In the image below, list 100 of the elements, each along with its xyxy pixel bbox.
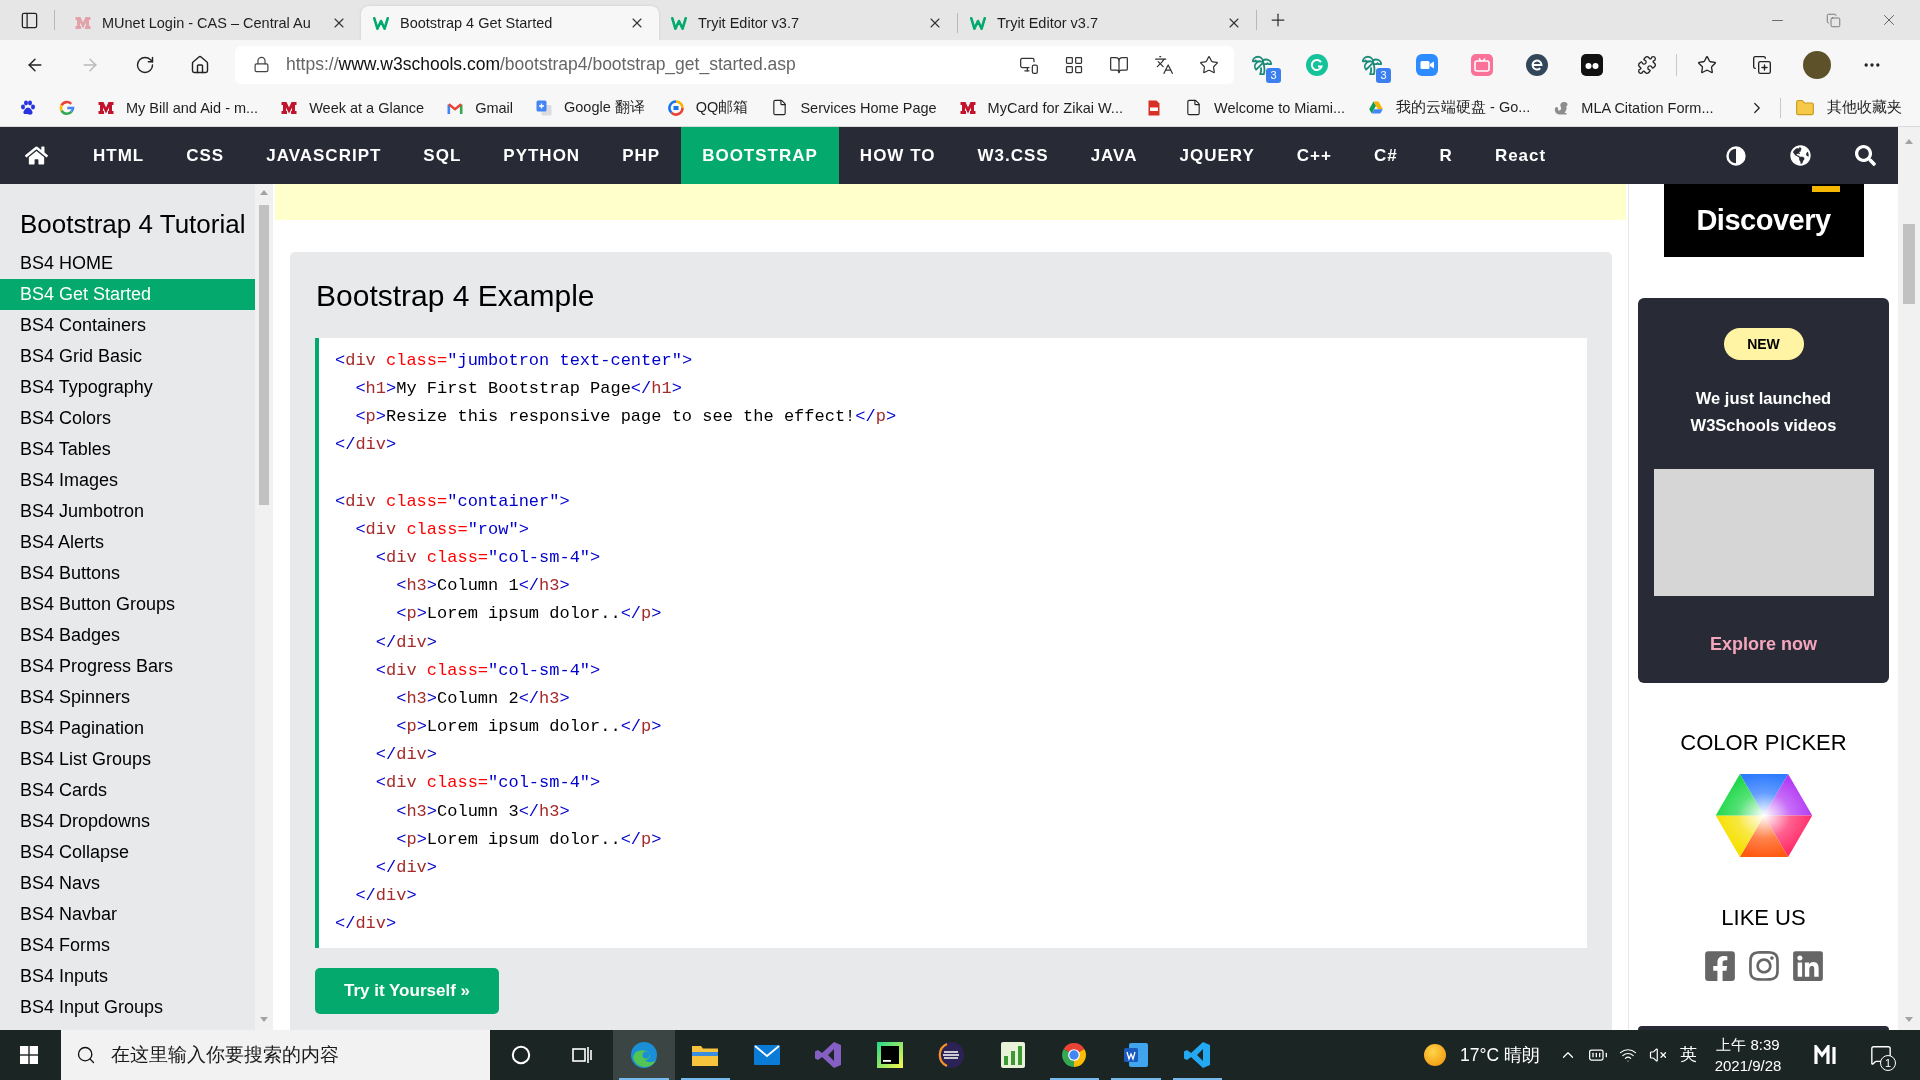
sidebar-link[interactable]: BS4 Navs — [0, 868, 255, 899]
home-icon[interactable] — [189, 54, 210, 75]
sidebar-link[interactable]: BS4 Grid Basic — [0, 341, 255, 372]
sidebar-link[interactable]: BS4 Navbar — [0, 899, 255, 930]
notification-icon[interactable] — [1870, 1044, 1892, 1066]
video-thumbnail-placeholder[interactable] — [1653, 469, 1874, 596]
sidebar-link[interactable]: BS4 Input Groups — [0, 992, 255, 1023]
book-icon[interactable] — [1109, 54, 1129, 75]
sidebar-link[interactable]: BS4 Inputs — [0, 961, 255, 992]
nav-link[interactable]: JQUERY — [1158, 127, 1276, 184]
folder-icon[interactable] — [692, 1044, 719, 1066]
ribbon-logo-icon[interactable] — [815, 1042, 842, 1068]
nav-link[interactable]: C++ — [1275, 127, 1353, 184]
sidebar-link[interactable]: BS4 Images — [0, 465, 255, 496]
swirl-logo-icon[interactable] — [630, 1042, 657, 1068]
collections-icon[interactable] — [1751, 54, 1772, 75]
sidebar-link[interactable]: BS4 Containers — [0, 310, 255, 341]
scrollbar-thumb[interactable] — [1903, 224, 1915, 304]
browser-tab[interactable]: Bootstrap 4 Get Started — [361, 6, 659, 40]
nav-link[interactable]: C# — [1352, 127, 1419, 184]
grid-icon[interactable] — [1064, 54, 1084, 75]
nav-link[interactable]: CSS — [165, 127, 246, 184]
sidebar-link[interactable]: BS4 Jumbotron — [0, 496, 255, 527]
palm-tree-icon[interactable] — [1250, 53, 1273, 76]
sidebar-link[interactable]: BS4 Cards — [0, 775, 255, 806]
sidebar-link[interactable]: BS4 Buttons — [0, 558, 255, 589]
bookmark-link[interactable]: 我的云端硬盘 - Go... — [1368, 98, 1531, 117]
browser-tab[interactable]: Tryit Editor v3.7 — [958, 6, 1256, 40]
puzzle-icon[interactable] — [1636, 54, 1657, 75]
bookmark-folder[interactable]: 其他收藏夹 — [1795, 97, 1902, 118]
nav-link[interactable]: PYTHON — [482, 127, 602, 184]
nav-link[interactable]: HTML — [72, 127, 166, 184]
instagram-icon[interactable] — [1746, 949, 1781, 983]
bars-logo-icon[interactable] — [1814, 1045, 1838, 1065]
contrast-icon[interactable] — [1725, 145, 1746, 166]
reload-icon[interactable] — [134, 54, 155, 75]
star-icon[interactable] — [1199, 54, 1219, 75]
scrollbar-track[interactable] — [1898, 127, 1920, 1030]
sidebar-link[interactable]: BS4 Alerts — [0, 527, 255, 558]
nav-link[interactable]: React — [1473, 127, 1568, 184]
favorites-icon[interactable] — [1696, 54, 1717, 75]
home-icon[interactable] — [24, 144, 48, 167]
sidebar-link[interactable]: BS4 Forms — [0, 930, 255, 961]
ribbon-logo-icon[interactable] — [1184, 1042, 1211, 1068]
browser-tab[interactable]: MUnet Login - CAS – Central Au — [63, 6, 361, 40]
bookmark-link[interactable]: Welcome to Miami... — [1184, 99, 1346, 116]
striped-circle-icon[interactable] — [938, 1042, 965, 1068]
explore-link[interactable]: Explore now — [1710, 633, 1817, 655]
bookmark-link[interactable]: MyCard for Zikai W... — [959, 99, 1123, 116]
input-method-indicator[interactable]: 英 — [1679, 1045, 1697, 1065]
sidebar-link[interactable]: BS4 Collapse — [0, 837, 255, 868]
lock-icon[interactable] — [253, 56, 270, 73]
mute-icon[interactable] — [1649, 1046, 1667, 1064]
two-dots-icon[interactable] — [1580, 53, 1603, 76]
sidebar-link[interactable]: BS4 Dropdowns — [0, 806, 255, 837]
bookmark-link[interactable]: MLA Citation Form... — [1553, 99, 1714, 116]
browser-tab[interactable]: Tryit Editor v3.7 — [659, 6, 957, 40]
translate-icon[interactable] — [1154, 54, 1174, 75]
bookmark-link[interactable]: Week at a Glance — [281, 99, 425, 116]
chart-logo-icon[interactable] — [1000, 1042, 1025, 1068]
bookmark-link[interactable]: QQ邮箱 — [667, 98, 749, 117]
nav-link[interactable]: JAVA — [1069, 127, 1159, 184]
linkedin-icon[interactable] — [1790, 949, 1825, 983]
address-field[interactable]: https://www.w3schools.com/bootstrap4/bootstrap_get_started.asp — [235, 45, 1234, 84]
sidebar-link[interactable]: BS4 Pagination — [0, 713, 255, 744]
bookmark-link[interactable]: Google 翻译 — [536, 98, 645, 117]
document-logo-icon[interactable] — [1122, 1042, 1149, 1068]
nav-link[interactable]: W3.CSS — [956, 127, 1070, 184]
sidebar-link[interactable]: BS4 List Groups — [0, 744, 255, 775]
sidebar-link[interactable]: BS4 Progress Bars — [0, 651, 255, 682]
scrollbar-thumb[interactable] — [259, 205, 269, 505]
sidebar-link[interactable]: BS4 HOME — [0, 248, 255, 279]
sidebar-link[interactable]: BS4 Button Groups — [0, 589, 255, 620]
sidebar-icon[interactable] — [19, 10, 39, 30]
video-camera-icon[interactable] — [1415, 53, 1438, 76]
bookmark-link[interactable]: My Bill and Aid - m... — [98, 99, 259, 116]
nav-link[interactable]: SQL — [402, 127, 483, 184]
nav-link[interactable]: PHP — [601, 127, 682, 184]
windows-logo-icon[interactable] — [20, 1046, 38, 1064]
tricolor-circle-icon[interactable] — [1061, 1042, 1088, 1068]
sidebar-link[interactable]: BS4 Badges — [0, 620, 255, 651]
sidebar-link[interactable]: BS4 Typography — [0, 372, 255, 403]
circle-logo-icon[interactable] — [1525, 53, 1548, 76]
palm-tree-icon[interactable] — [1360, 53, 1383, 76]
sidebar-link[interactable]: BS4 Tables — [0, 434, 255, 465]
avatar-icon[interactable] — [1802, 50, 1831, 79]
sun-icon[interactable] — [1424, 1044, 1447, 1066]
square-logo-icon[interactable] — [876, 1042, 903, 1068]
envelope-icon[interactable] — [753, 1045, 780, 1065]
paw-icon[interactable] — [20, 99, 36, 116]
nav-link[interactable]: JAVASCRIPT — [245, 127, 403, 184]
globe-icon[interactable] — [1790, 145, 1811, 166]
nav-link[interactable]: HOW TO — [838, 127, 957, 184]
g-logo-icon[interactable] — [59, 99, 75, 116]
scrollbar-track[interactable] — [255, 184, 273, 1030]
bookmark-link[interactable]: Gmail — [447, 99, 514, 116]
ad-banner[interactable]: Discovery — [1663, 184, 1864, 257]
search-icon[interactable] — [1855, 145, 1876, 166]
facebook-icon[interactable] — [1702, 949, 1737, 983]
search-field[interactable]: 在这里输入你要搜索的内容 — [61, 1030, 490, 1080]
